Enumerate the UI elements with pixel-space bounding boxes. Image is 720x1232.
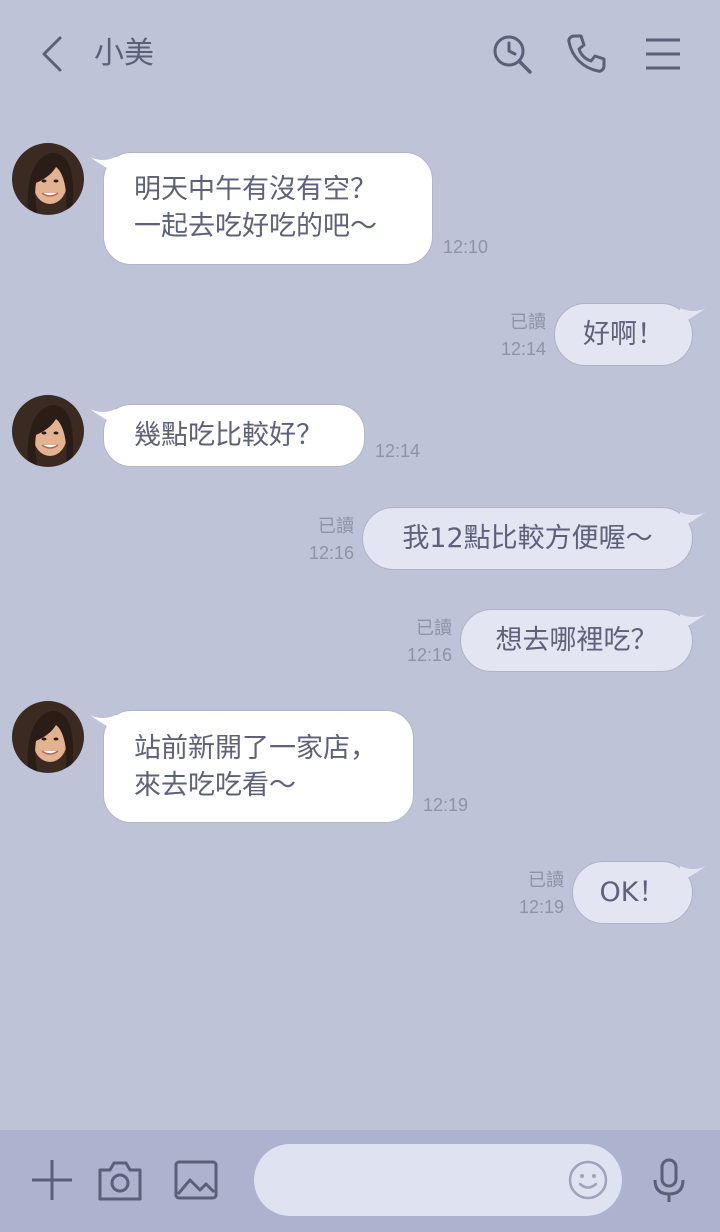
contact-avatar[interactable] bbox=[12, 143, 84, 215]
composer-bar bbox=[0, 1130, 720, 1232]
message-text: 幾點吃比較好？ bbox=[134, 420, 323, 451]
bubble-tail bbox=[90, 409, 116, 425]
read-receipt: 已讀 bbox=[528, 870, 564, 890]
contact-avatar[interactable] bbox=[12, 395, 84, 467]
contact-name[interactable]: 小美 bbox=[94, 34, 154, 74]
read-receipt: 已讀 bbox=[510, 312, 546, 332]
chat-header: 小美 bbox=[0, 0, 720, 108]
bubble-tail bbox=[680, 308, 706, 324]
microphone-icon bbox=[653, 1158, 685, 1202]
message-bubble-outgoing[interactable]: 好啊！ bbox=[554, 303, 706, 366]
message-time: 12:19 bbox=[518, 897, 564, 917]
bubble-tail bbox=[90, 715, 116, 731]
camera-icon bbox=[98, 1161, 142, 1201]
message-time: 12:16 bbox=[406, 645, 452, 665]
avatar-photo bbox=[12, 395, 84, 467]
menu-icon bbox=[646, 38, 680, 70]
avatar-photo bbox=[12, 701, 84, 773]
add-button[interactable] bbox=[28, 1156, 76, 1204]
plus-icon bbox=[32, 1160, 72, 1200]
phone-icon bbox=[567, 34, 606, 73]
voice-button[interactable] bbox=[645, 1156, 693, 1204]
back-button[interactable] bbox=[30, 30, 78, 78]
bubble-tail bbox=[680, 512, 706, 528]
back-icon bbox=[42, 36, 62, 72]
gallery-button[interactable] bbox=[172, 1156, 220, 1204]
message-text: 好啊！ bbox=[583, 319, 664, 350]
message-time: 12:14 bbox=[375, 441, 421, 461]
message-text: 我12點比較方便喔～ bbox=[402, 523, 653, 554]
avatar-photo bbox=[12, 143, 84, 215]
message-time: 12:16 bbox=[308, 543, 354, 563]
message-bubble-outgoing[interactable]: OK！ bbox=[572, 861, 706, 924]
message-text: 來去吃吃看～ bbox=[134, 770, 296, 801]
message-time: 12:10 bbox=[443, 237, 489, 257]
message-text: 明天中午有沒有空？ bbox=[134, 174, 377, 205]
message-bubble-outgoing[interactable]: 想去哪裡吃？ bbox=[460, 609, 706, 672]
message-text: 一起去吃好吃的吧～ bbox=[134, 211, 377, 242]
message-bubble-outgoing[interactable]: 我12點比較方便喔～ bbox=[362, 507, 706, 570]
message-bubble-incoming[interactable]: 幾點吃比較好？ bbox=[90, 404, 365, 467]
search-button[interactable] bbox=[488, 30, 536, 78]
read-receipt: 已讀 bbox=[318, 516, 354, 536]
bubble-tail bbox=[680, 614, 706, 630]
message-text: 想去哪裡吃？ bbox=[495, 625, 658, 656]
read-receipt: 已讀 bbox=[416, 618, 452, 638]
message-time: 12:19 bbox=[423, 795, 469, 815]
bubble-tail bbox=[90, 157, 116, 173]
contact-avatar[interactable] bbox=[12, 701, 84, 773]
message-bubble-incoming[interactable]: 明天中午有沒有空？ 一起去吃好吃的吧～ bbox=[90, 152, 433, 265]
image-icon bbox=[174, 1160, 218, 1200]
message-text: 站前新開了一家店， bbox=[134, 733, 377, 764]
call-button[interactable] bbox=[562, 30, 610, 78]
menu-button[interactable] bbox=[640, 30, 688, 78]
bubble-tail bbox=[680, 866, 706, 882]
message-time: 12:14 bbox=[500, 339, 546, 359]
emoji-icon bbox=[568, 1160, 608, 1200]
search-icon bbox=[493, 35, 532, 74]
camera-button[interactable] bbox=[96, 1156, 144, 1204]
emoji-button[interactable] bbox=[566, 1158, 610, 1202]
message-text: OK！ bbox=[599, 877, 666, 908]
message-bubble-incoming[interactable]: 站前新開了一家店， 來去吃吃看～ bbox=[90, 710, 414, 823]
